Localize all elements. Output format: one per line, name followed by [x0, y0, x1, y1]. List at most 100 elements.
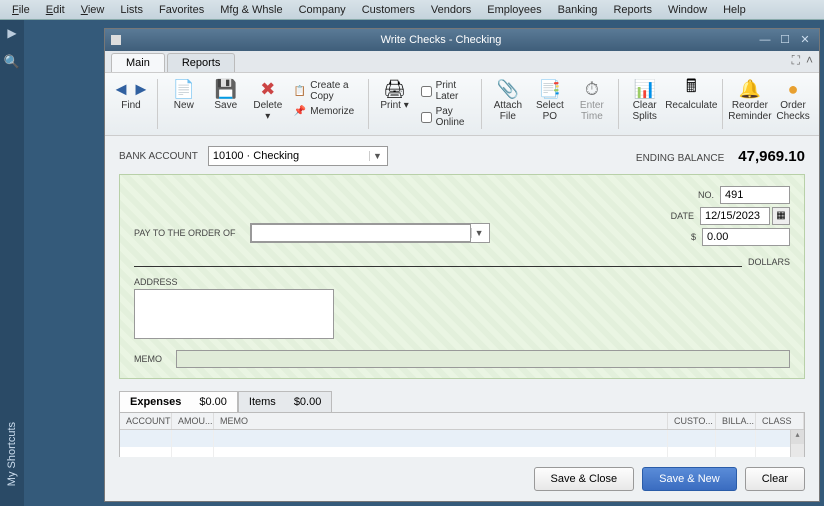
ribbon-tabs: Main Reports ⛶ ˄: [105, 51, 819, 73]
order-icon: ●: [788, 79, 799, 99]
reorder-reminder-button[interactable]: 🔔Reorder Reminder: [729, 77, 771, 124]
recalculate-button[interactable]: 🖩Recalculate: [667, 77, 716, 113]
new-button[interactable]: 📄New: [164, 77, 204, 113]
chevron-down-icon[interactable]: ▼: [369, 151, 385, 161]
attach-icon: 📎: [497, 79, 519, 99]
pay-to-label: PAY TO THE ORDER OF: [134, 228, 236, 238]
print-icon: 🖨: [383, 79, 406, 99]
scroll-up-icon[interactable]: ▴: [791, 430, 804, 444]
find-button[interactable]: ◄► Find: [111, 77, 151, 113]
window-title: Write Checks - Checking: [129, 34, 753, 46]
write-checks-window: Write Checks - Checking — ☐ ✕ Main Repor…: [104, 28, 820, 502]
tab-main[interactable]: Main: [111, 53, 165, 72]
menu-lists[interactable]: Lists: [112, 2, 151, 18]
memo-label: MEMO: [134, 354, 162, 364]
expenses-amount: $0.00: [199, 396, 227, 408]
menu-file[interactable]: File: [4, 2, 38, 18]
col-account[interactable]: ACCOUNT: [120, 413, 172, 429]
menubar: File Edit View Lists Favorites Mfg & Whs…: [0, 0, 824, 20]
splits-grid: ACCOUNT AMOU... MEMO CUSTO... BILLA... C…: [119, 413, 805, 457]
items-amount: $0.00: [294, 396, 322, 408]
tab-reports[interactable]: Reports: [167, 53, 236, 72]
payee-combo[interactable]: ▼: [250, 223, 490, 243]
content-area: BANK ACCOUNT ▼ ENDING BALANCE 47,969.10 …: [105, 136, 819, 457]
amount-input[interactable]: [702, 228, 790, 246]
menu-favorites[interactable]: Favorites: [151, 2, 212, 18]
address-label: ADDRESS: [134, 277, 790, 287]
save-close-button[interactable]: Save & Close: [534, 467, 635, 491]
menu-vendors[interactable]: Vendors: [423, 2, 479, 18]
col-amount[interactable]: AMOU...: [172, 413, 214, 429]
menu-edit[interactable]: Edit: [38, 2, 73, 18]
order-checks-button[interactable]: ●Order Checks: [773, 77, 813, 124]
save-button[interactable]: 💾Save: [206, 77, 246, 113]
col-customer[interactable]: CUSTO...: [668, 413, 716, 429]
grid-body[interactable]: ▴▾: [120, 430, 804, 457]
menu-customers[interactable]: Customers: [354, 2, 423, 18]
collapse-ribbon-icon[interactable]: ˄: [806, 53, 813, 68]
calendar-icon[interactable]: ▦: [772, 207, 790, 225]
delete-button[interactable]: ✖Delete ▾: [248, 77, 288, 124]
restore-down-icon[interactable]: ⛶: [792, 53, 800, 68]
enter-time-button[interactable]: ⏱Enter Time: [572, 77, 612, 124]
memorize-button[interactable]: 📌Memorize: [294, 105, 358, 118]
next-arrow-icon[interactable]: ►: [132, 79, 150, 100]
col-billable[interactable]: BILLA...: [716, 413, 756, 429]
print-button[interactable]: 🖨Print ▾: [375, 77, 415, 113]
no-label: NO.: [684, 190, 714, 200]
tab-items[interactable]: Items$0.00: [238, 391, 332, 412]
create-copy-button[interactable]: 📋Create a Copy: [294, 79, 358, 103]
close-button[interactable]: ✕: [797, 33, 813, 47]
clear-splits-button[interactable]: 📊Clear Splits: [625, 77, 665, 124]
menu-view[interactable]: View: [73, 2, 113, 18]
search-icon[interactable]: 🔍: [4, 46, 20, 78]
col-memo[interactable]: MEMO: [214, 413, 668, 429]
menu-help[interactable]: Help: [715, 2, 754, 18]
menu-reports[interactable]: Reports: [605, 2, 660, 18]
ending-balance-value: 47,969.10: [738, 148, 805, 165]
delete-icon: ✖: [260, 79, 275, 99]
grid-scrollbar[interactable]: ▴▾: [790, 430, 804, 457]
window-icon: [111, 35, 121, 45]
time-icon: ⏱: [585, 79, 599, 99]
chevron-down-icon[interactable]: ▼: [471, 228, 487, 238]
attach-file-button[interactable]: 📎Attach File: [488, 77, 528, 124]
expense-item-tabs: Expenses$0.00 Items$0.00: [119, 391, 805, 413]
check-no-input[interactable]: [720, 186, 790, 204]
col-class[interactable]: CLASS: [756, 413, 804, 429]
maximize-button[interactable]: ☐: [777, 33, 793, 47]
prev-arrow-icon[interactable]: ◄: [112, 79, 130, 100]
pay-online-checkbox[interactable]: Pay Online: [421, 105, 472, 129]
payee-input[interactable]: [251, 224, 471, 242]
bank-account-input[interactable]: [209, 147, 369, 165]
save-new-button[interactable]: Save & New: [642, 467, 737, 491]
amount-dollar-label: $: [666, 232, 696, 242]
menu-employees[interactable]: Employees: [479, 2, 549, 18]
menu-mfg[interactable]: Mfg & Whsle: [212, 2, 290, 18]
reminder-icon: 🔔: [739, 79, 761, 99]
left-rail: ▶ 🔍 My Shortcuts: [0, 20, 24, 506]
memo-input[interactable]: [176, 350, 790, 368]
bank-account-label: BANK ACCOUNT: [119, 151, 198, 162]
calc-icon: 🖩: [686, 79, 697, 99]
menu-banking[interactable]: Banking: [550, 2, 606, 18]
bank-account-combo[interactable]: ▼: [208, 146, 388, 166]
copy-icon: 📋: [294, 86, 306, 97]
date-input[interactable]: [700, 207, 770, 225]
print-later-checkbox[interactable]: Print Later: [421, 79, 472, 103]
address-input[interactable]: [134, 289, 334, 339]
toolbar: ◄► Find 📄New 💾Save ✖Delete ▾ 📋Create a C…: [105, 73, 819, 136]
minimize-button[interactable]: —: [757, 33, 773, 47]
tab-expenses[interactable]: Expenses$0.00: [119, 391, 238, 412]
menu-window[interactable]: Window: [660, 2, 715, 18]
footer: Save & Close Save & New Clear: [105, 457, 819, 501]
save-icon: 💾: [215, 79, 237, 99]
menu-company[interactable]: Company: [291, 2, 354, 18]
po-icon: 📑: [539, 79, 561, 99]
select-po-button[interactable]: 📑Select PO: [530, 77, 570, 124]
clear-button[interactable]: Clear: [745, 467, 805, 491]
titlebar: Write Checks - Checking — ☐ ✕: [105, 29, 819, 51]
memorize-icon: 📌: [294, 106, 306, 117]
expand-rail-button[interactable]: ▶: [7, 20, 16, 46]
shortcuts-label[interactable]: My Shortcuts: [6, 422, 18, 486]
